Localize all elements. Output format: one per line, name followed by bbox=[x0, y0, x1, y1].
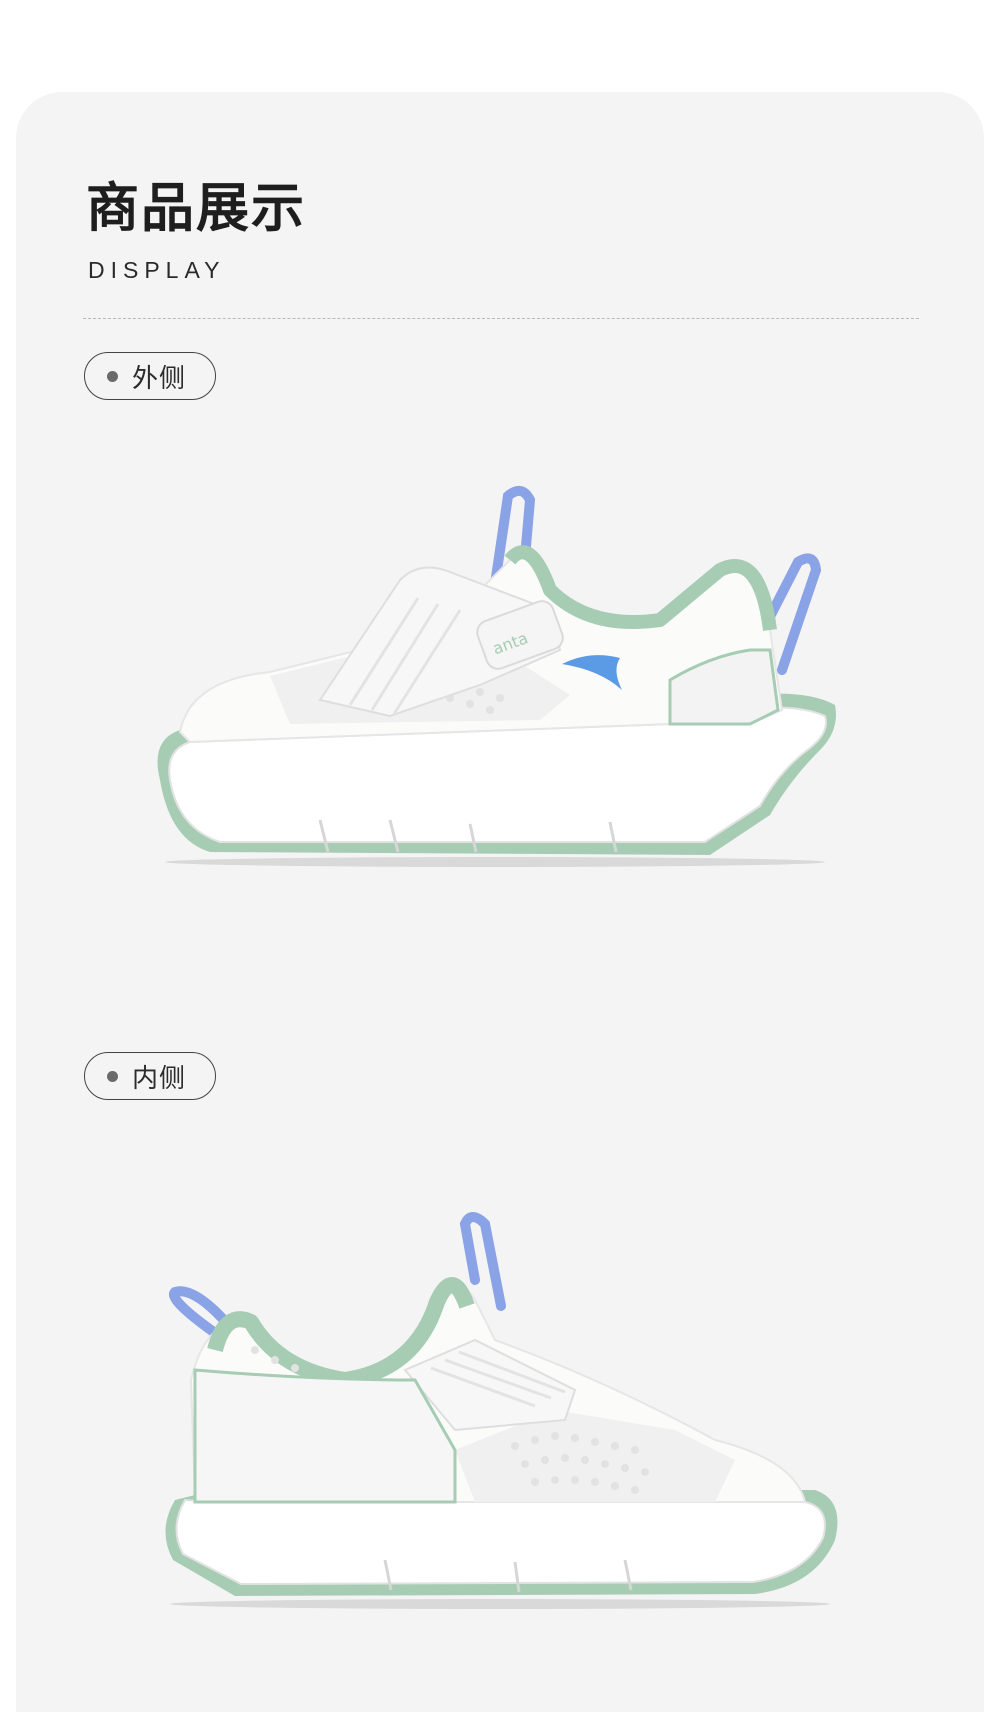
shoe-inner-side-image bbox=[165, 1212, 838, 1609]
view-tag-label: 外侧 bbox=[132, 363, 187, 394]
view-tag-inner: 内侧 bbox=[84, 1052, 216, 1100]
ground-shadow bbox=[165, 857, 825, 867]
shoe-outer-side-image: anta bbox=[157, 485, 836, 867]
section-subtitle: DISPLAY bbox=[88, 257, 226, 283]
bullet-icon bbox=[107, 1070, 118, 1082]
dashed-divider bbox=[83, 318, 919, 319]
bullet-icon bbox=[107, 370, 118, 382]
ground-shadow bbox=[170, 1599, 830, 1609]
side-panel bbox=[193, 1368, 457, 1504]
view-tag-label: 内侧 bbox=[132, 1063, 187, 1094]
view-tag-outer: 外侧 bbox=[84, 352, 216, 400]
section-title: 商品展示 bbox=[86, 178, 306, 239]
midsole bbox=[175, 1498, 826, 1586]
